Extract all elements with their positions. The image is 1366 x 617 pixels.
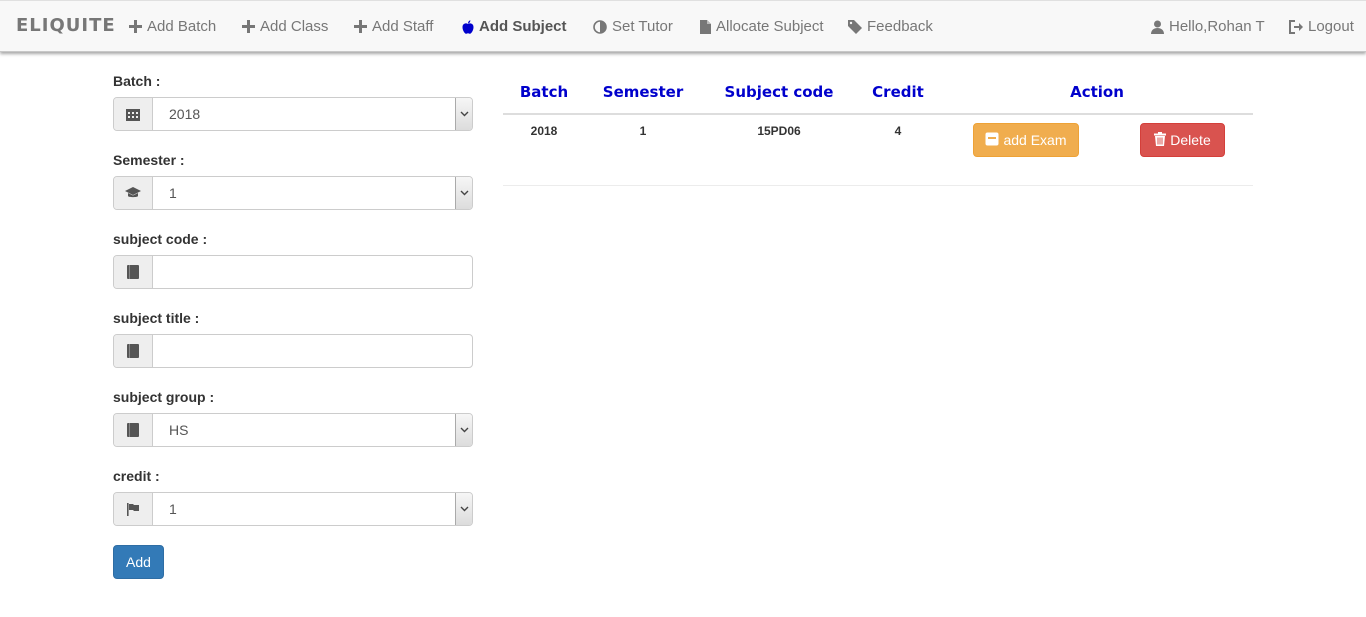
top-navbar: ELIQUITE Add Batch Add Class Add Staff A… (0, 0, 1366, 52)
adjust-icon (593, 19, 607, 34)
nav-add-batch-label: Add Batch (147, 18, 217, 35)
logout-link[interactable]: Logout (1289, 1, 1354, 52)
add-exam-label: add Exam (1003, 132, 1067, 148)
apple-icon (462, 19, 474, 34)
subject-code-input-group (113, 255, 473, 289)
add-exam-button[interactable]: add Exam (973, 123, 1079, 157)
semester-group: Semester : 1 (113, 150, 473, 210)
subject-title-group: subject title : (113, 308, 473, 368)
logout-icon (1289, 19, 1303, 34)
header-semester: Semester (602, 83, 684, 101)
subject-title-input-group (113, 334, 473, 368)
cell-semester: 1 (639, 124, 647, 138)
book-icon (114, 256, 153, 288)
plus-icon (242, 20, 255, 33)
nav-add-staff[interactable]: Add Staff (354, 1, 433, 52)
cell-subject-code: 15PD06 (757, 124, 801, 138)
batch-label: Batch : (113, 73, 161, 89)
credit-group: credit : 1 (113, 466, 473, 526)
cell-batch: 2018 (530, 124, 558, 138)
trash-icon (1154, 131, 1167, 149)
header-action: Action (1070, 83, 1124, 101)
nav-allocate-subject-label: Allocate Subject (716, 18, 824, 35)
delete-label: Delete (1170, 132, 1211, 148)
brand-logo[interactable]: ELIQUITE (16, 15, 116, 36)
user-icon (1151, 20, 1164, 34)
nav-add-class[interactable]: Add Class (242, 1, 328, 52)
semester-value: 1 (169, 185, 177, 201)
file-icon (700, 19, 711, 34)
row-divider (503, 185, 1253, 186)
user-greeting[interactable]: Hello,Rohan T (1151, 1, 1265, 52)
subject-group-label: subject group : (113, 389, 215, 405)
nav-set-tutor[interactable]: Set Tutor (593, 1, 673, 52)
nav-set-tutor-label: Set Tutor (612, 18, 673, 35)
batch-value: 2018 (169, 106, 201, 122)
book-icon (114, 335, 153, 367)
delete-button[interactable]: Delete (1140, 123, 1225, 157)
semester-label: Semester : (113, 152, 185, 168)
batch-select[interactable]: 2018 (113, 97, 473, 131)
subject-code-label: subject code : (113, 231, 208, 247)
subject-group-value: HS (169, 422, 189, 438)
plus-icon (354, 20, 367, 33)
graduation-cap-icon (114, 177, 153, 209)
nav-allocate-subject[interactable]: Allocate Subject (700, 1, 824, 52)
logout-label: Logout (1308, 18, 1354, 35)
credit-select[interactable]: 1 (113, 492, 473, 526)
cell-credit: 4 (894, 124, 902, 138)
semester-select[interactable]: 1 (113, 176, 473, 210)
header-subject-code: Subject code (724, 83, 834, 101)
user-greeting-label: Hello,Rohan T (1169, 18, 1265, 35)
nav-add-staff-label: Add Staff (372, 18, 434, 35)
subject-code-group: subject code : (113, 229, 473, 289)
tag-icon (848, 19, 862, 34)
subject-code-input[interactable] (169, 256, 472, 288)
edit-icon (985, 132, 999, 149)
batch-group: Batch : 2018 (113, 71, 473, 131)
subject-title-label: subject title : (113, 310, 200, 326)
nav-add-subject[interactable]: Add Subject (462, 1, 567, 52)
calendar-icon (114, 98, 153, 130)
add-button[interactable]: Add (113, 545, 164, 579)
subject-title-input[interactable] (169, 335, 472, 367)
header-divider (503, 113, 1253, 115)
nav-feedback-label: Feedback (867, 18, 933, 35)
header-credit: Credit (872, 83, 924, 101)
credit-label: credit : (113, 468, 160, 484)
chevron-down-icon[interactable] (455, 98, 472, 130)
nav-add-class-label: Add Class (260, 18, 329, 35)
nav-add-batch[interactable]: Add Batch (129, 1, 216, 52)
chevron-down-icon[interactable] (455, 414, 472, 446)
header-batch: Batch (519, 83, 569, 101)
credit-value: 1 (169, 501, 177, 517)
nav-feedback[interactable]: Feedback (848, 1, 933, 52)
subject-group-select[interactable]: HS (113, 413, 473, 447)
chevron-down-icon[interactable] (455, 177, 472, 209)
flag-icon (114, 493, 153, 525)
nav-add-subject-label: Add Subject (479, 18, 567, 35)
chevron-down-icon[interactable] (455, 493, 472, 525)
plus-icon (129, 20, 142, 33)
subject-group-group: subject group : HS (113, 387, 473, 447)
book-icon (114, 414, 153, 446)
